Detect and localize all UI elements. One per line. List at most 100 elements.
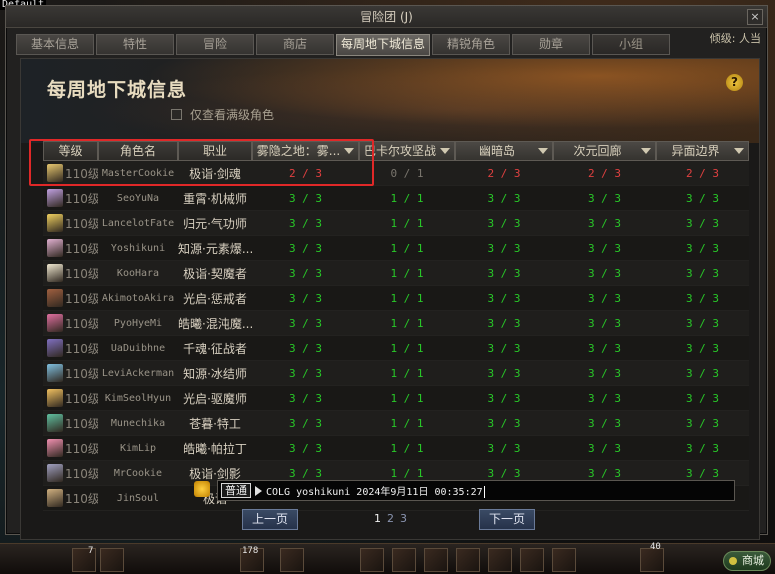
tab-medals[interactable]: 勋章 — [512, 34, 590, 55]
cell-job: 极诣·剑魂 — [189, 166, 241, 181]
cell-dungeon-3: 3 / 3 — [487, 391, 521, 405]
tab-group[interactable]: 小组 — [592, 34, 670, 55]
cell-job: 知源·元素爆... — [178, 241, 252, 256]
table-row[interactable]: 110级 LancelotFate 归元·气功师 3 / 3 1 / 1 3 / 3 3 /… — [43, 211, 749, 236]
tab-adventure[interactable]: 冒险 — [176, 34, 254, 55]
table-row[interactable]: 110级 PyoHyeMi 皓曦·混沌魔... 3 / 3 1 / 1 3 / 3 3 / … — [43, 311, 749, 336]
prev-page-button[interactable]: 上一页 — [242, 509, 298, 530]
cell-dungeon-1: 3 / 3 — [288, 191, 323, 205]
max-level-checkbox[interactable] — [171, 109, 182, 120]
header-dungeon-1-label: 雾隐之地：雾... — [256, 144, 341, 158]
cell-dungeon-5: 2 / 3 — [685, 166, 720, 180]
hud-skill-slot[interactable] — [456, 548, 480, 572]
page-number-1[interactable]: 1 — [374, 512, 381, 525]
chat-input[interactable]: 普通 COLG yoshikuni 2024年9月11日 00:35:27 — [217, 480, 735, 501]
hud-skill-slot[interactable] — [392, 548, 416, 572]
header-dungeon-5[interactable]: 异面边界 — [656, 141, 749, 161]
right-hud-text: 倾级: 人当 — [709, 32, 761, 45]
table-row[interactable]: 110级 SeoYuNa 重霄·机械师 3 / 3 1 / 1 3 / 3 3 / 3 3 /… — [43, 186, 749, 211]
hud-skill-slot[interactable] — [488, 548, 512, 572]
help-icon[interactable]: ? — [726, 74, 743, 91]
table-row[interactable]: 110级 Munechika 苍暮·特工 3 / 3 1 / 1 3 / 3 3 / 3 3 … — [43, 411, 749, 436]
level-text: 110级 — [65, 316, 98, 331]
cell-dungeon-5: 3 / 3 — [685, 341, 720, 355]
hud-skill-slot[interactable] — [552, 548, 576, 572]
table-row[interactable]: 110级 MasterCookie 极诣·剑魂 2 / 3 0 / 1 2 / 3 2 / … — [43, 161, 749, 186]
page-numbers: 123 — [374, 512, 413, 525]
tab-basic-info[interactable]: 基本信息 — [16, 34, 94, 55]
avatar — [47, 164, 63, 182]
cell-level: 110级 — [43, 489, 98, 507]
text-caret — [483, 486, 485, 498]
avatar — [47, 314, 63, 332]
hud-skill-slot[interactable] — [424, 548, 448, 572]
cell-dungeon-2: 1 / 1 — [390, 416, 424, 430]
hud-number-2: 178 — [242, 546, 259, 556]
page-number-3[interactable]: 3 — [400, 512, 407, 525]
cell-job: 皓曦·帕拉丁 — [183, 441, 247, 456]
header-dungeon-5-label: 异面边界 — [671, 144, 720, 158]
cell-level: 110级 — [43, 314, 98, 332]
cell-dungeon-5: 3 / 3 — [685, 416, 720, 430]
tab-weekly-dungeon[interactable]: 每周地下城信息 — [336, 34, 430, 56]
cell-dungeon-5: 3 / 3 — [685, 366, 720, 380]
max-level-filter[interactable]: 仅查看满级角色 — [171, 106, 274, 123]
table-row[interactable]: 110级 KimSeolHyun 光启·驱魔师 3 / 3 1 / 1 3 / 3 3 / … — [43, 386, 749, 411]
hud-skill-slot[interactable] — [280, 548, 304, 572]
cell-character-name: LancelotFate — [101, 217, 175, 229]
table-row[interactable]: 110级 LeviAckerman 知源·冰结师 3 / 3 1 / 1 3 / 3 3 /… — [43, 361, 749, 386]
header-dungeon-3[interactable]: 幽暗岛 — [455, 141, 553, 161]
cell-level: 110级 — [43, 239, 98, 257]
avatar — [47, 289, 63, 307]
table-row[interactable]: 110级 Yoshikuni 知源·元素爆... 3 / 3 1 / 1 3 / 3 3 /… — [43, 236, 749, 261]
cell-character-name: AkimotoAkira — [101, 292, 175, 304]
header-dungeon-4-label: 次元回廊 — [573, 144, 622, 158]
next-page-button[interactable]: 下一页 — [479, 509, 535, 530]
cell-dungeon-3: 3 / 3 — [487, 266, 521, 280]
hud-skill-slot[interactable] — [100, 548, 124, 572]
cell-dungeon-1: 3 / 3 — [288, 241, 323, 255]
table-row[interactable]: 110级 KooHara 极诣·契魔者 3 / 3 1 / 1 3 / 3 3 / 3 3 /… — [43, 261, 749, 286]
tab-elite-characters[interactable]: 精锐角色 — [432, 34, 510, 55]
tab-shop[interactable]: 商店 — [256, 34, 334, 55]
cell-character-name: PyoHyeMi — [113, 317, 163, 329]
table-row[interactable]: 110级 AkimotoAkira 光启·惩戒者 3 / 3 1 / 1 3 / 3 3 /… — [43, 286, 749, 311]
cell-dungeon-1: 3 / 3 — [288, 466, 323, 480]
cell-job: 光启·惩戒者 — [183, 291, 247, 306]
cell-dungeon-5: 3 / 3 — [685, 266, 720, 280]
hud-skill-slot[interactable] — [360, 548, 384, 572]
adventure-team-window: 冒险团 (J) × 基本信息 特性 冒险 商店 每周地下城信息 精锐角色 勋章 … — [5, 5, 768, 540]
page-number-2[interactable]: 2 — [387, 512, 394, 525]
cell-dungeon-3: 3 / 3 — [487, 316, 521, 330]
tab-traits[interactable]: 特性 — [96, 34, 174, 55]
close-button[interactable]: × — [747, 9, 763, 25]
hud-skill-slot[interactable] — [520, 548, 544, 572]
chat-mode-selector[interactable]: 普通 — [221, 483, 251, 498]
cell-job: 苍暮·特工 — [189, 416, 241, 431]
sort-arrow-icon — [641, 148, 651, 154]
avatar — [47, 214, 63, 232]
table-row[interactable]: 110级 UaDuibhne 千魂·征战者 3 / 3 1 / 1 3 / 3 3 / 3 3… — [43, 336, 749, 361]
chat-arrow-icon — [255, 485, 262, 496]
cell-dungeon-3: 3 / 3 — [487, 466, 521, 480]
level-text: 110级 — [65, 291, 98, 306]
cell-dungeon-2: 1 / 1 — [390, 216, 424, 230]
header-dungeon-1[interactable]: 雾隐之地：雾... — [252, 141, 359, 161]
cell-dungeon-4: 3 / 3 — [587, 291, 622, 305]
cell-job: 知源·冰结师 — [183, 366, 247, 381]
cell-dungeon-4: 3 / 3 — [587, 441, 622, 455]
header-dungeon-2-label: 巴卡尔攻坚战 — [363, 144, 436, 158]
table-row[interactable]: 110级 KimLip 皓曦·帕拉丁 3 / 3 1 / 1 3 / 3 3 / 3 3 / … — [43, 436, 749, 461]
cell-dungeon-2: 0 / 1 — [390, 166, 424, 180]
sort-arrow-icon — [344, 148, 354, 154]
header-dungeon-2[interactable]: 巴卡尔攻坚战 — [359, 141, 455, 161]
chat-emote-icon[interactable] — [194, 481, 210, 497]
avatar — [47, 389, 63, 407]
window-titlebar[interactable]: 冒险团 (J) × — [6, 6, 767, 28]
cell-character-name: MrCookie — [113, 467, 163, 479]
cell-dungeon-5: 3 / 3 — [685, 316, 720, 330]
header-dungeon-4[interactable]: 次元回廊 — [553, 141, 656, 161]
cell-dungeon-3: 3 / 3 — [487, 191, 521, 205]
shop-button[interactable]: 商城 — [723, 551, 771, 571]
level-text: 110级 — [65, 391, 98, 406]
